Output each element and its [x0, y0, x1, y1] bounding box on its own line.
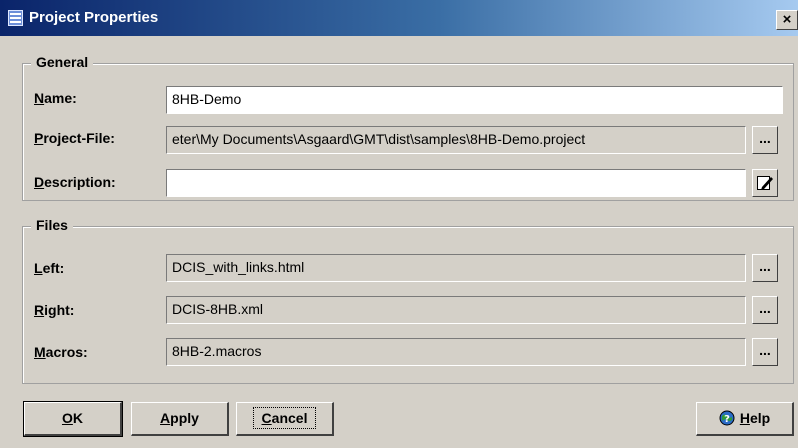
description-input[interactable]: [166, 169, 746, 197]
ok-button[interactable]: OK: [23, 401, 123, 437]
name-input[interactable]: 8HB-Demo: [166, 86, 783, 114]
project-properties-dialog: Project Properties × General Name: 8HB-D…: [0, 0, 798, 448]
description-edit-button[interactable]: [752, 169, 778, 197]
left-label: Left:: [34, 260, 65, 276]
name-label: Name:: [34, 90, 77, 106]
cancel-button[interactable]: Cancel: [236, 402, 334, 436]
macros-file-input[interactable]: 8HB-2.macros: [166, 338, 746, 366]
files-group-title: Files: [31, 217, 73, 233]
project-file-input[interactable]: eter\My Documents\Asgaard\GMT\dist\sampl…: [166, 126, 746, 154]
window-title: Project Properties: [29, 9, 159, 26]
svg-text:?: ?: [724, 414, 730, 425]
macros-label: Macros:: [34, 344, 88, 360]
help-globe-icon: ?: [719, 410, 735, 426]
project-file-browse-button[interactable]: ...: [752, 126, 778, 154]
window-app-icon: [8, 10, 23, 26]
title-bar[interactable]: Project Properties ×: [0, 0, 798, 36]
close-button[interactable]: ×: [776, 10, 798, 30]
left-file-input[interactable]: DCIS_with_links.html: [166, 254, 746, 282]
macros-file-browse-button[interactable]: ...: [752, 338, 778, 366]
help-button[interactable]: ? Help: [696, 402, 794, 436]
general-group-title: General: [31, 54, 94, 70]
edit-pencil-icon: [757, 176, 773, 190]
right-file-browse-button[interactable]: ...: [752, 296, 778, 324]
right-label: Right:: [34, 302, 75, 318]
project-file-label: Project-File:: [34, 130, 115, 146]
description-label: Description:: [34, 174, 116, 190]
apply-button[interactable]: Apply: [131, 402, 229, 436]
left-file-browse-button[interactable]: ...: [752, 254, 778, 282]
right-file-input[interactable]: DCIS-8HB.xml: [166, 296, 746, 324]
